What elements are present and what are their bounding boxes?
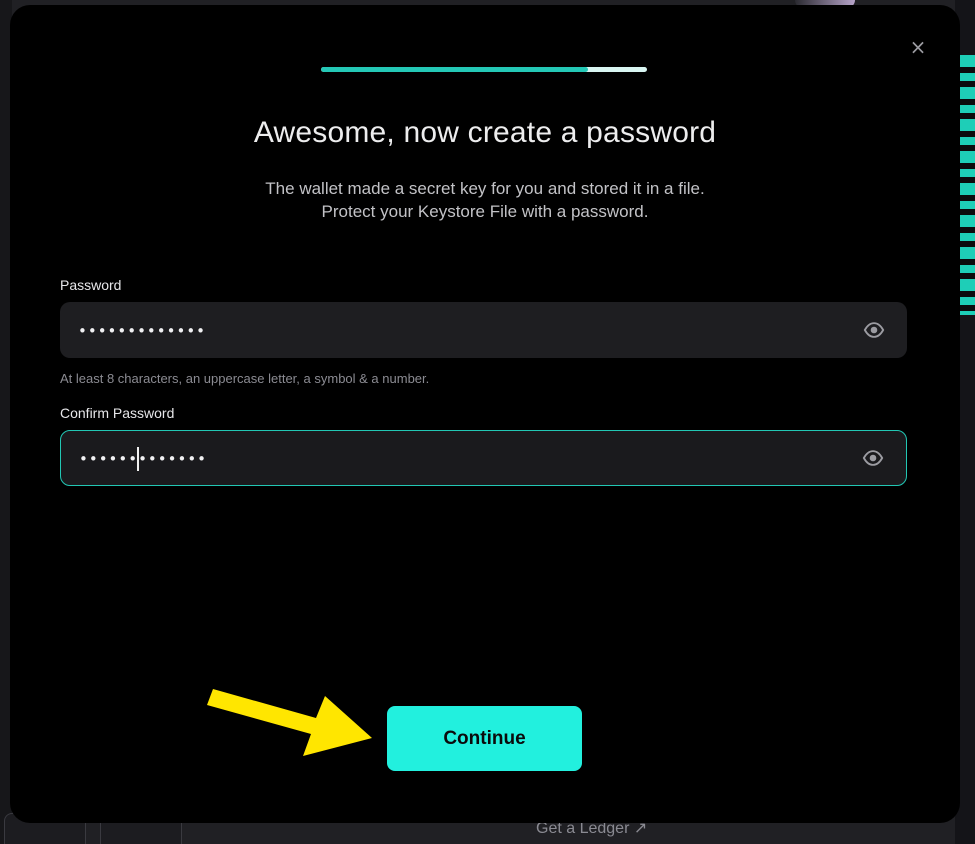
- modal-subtitle: The wallet made a secret key for you and…: [10, 177, 960, 223]
- confirm-password-input[interactable]: [77, 431, 841, 487]
- progress-bar-fill: [321, 67, 589, 72]
- eye-icon[interactable]: [862, 447, 884, 469]
- create-password-modal: × Awesome, now create a password The wal…: [10, 5, 960, 823]
- confirm-password-label: Confirm Password: [60, 405, 175, 421]
- text-caret: [137, 447, 139, 471]
- close-icon[interactable]: ×: [906, 35, 930, 59]
- eye-icon[interactable]: [863, 319, 885, 341]
- password-input[interactable]: [76, 302, 840, 360]
- password-label: Password: [60, 277, 122, 293]
- progress-bar: [321, 67, 647, 72]
- subtitle-line: The wallet made a secret key for you and…: [265, 179, 705, 198]
- password-hint: At least 8 characters, an uppercase lett…: [60, 371, 430, 386]
- modal-title: Awesome, now create a password: [253, 116, 717, 149]
- password-field[interactable]: [60, 302, 907, 360]
- confirm-password-field[interactable]: [60, 430, 907, 487]
- continue-button[interactable]: Continue: [387, 706, 582, 771]
- subtitle-line: Protect your Keystore File with a passwo…: [321, 202, 649, 221]
